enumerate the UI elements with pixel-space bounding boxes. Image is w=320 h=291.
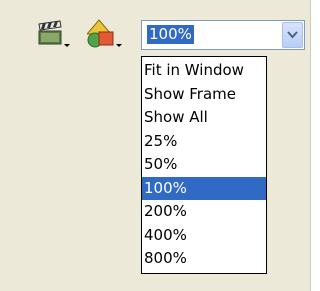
zoom-dropdown-list: Fit in Window Show Frame Show All 25% 50…	[141, 56, 267, 274]
clapperboard-icon	[38, 20, 70, 47]
zoom-option[interactable]: Show Frame	[142, 83, 266, 107]
edit-symbols-button[interactable]	[87, 18, 127, 52]
zoom-dropdown-button[interactable]	[282, 22, 303, 48]
zoom-combobox[interactable]: 100%	[141, 20, 305, 50]
zoom-option[interactable]: 800%	[142, 247, 266, 271]
zoom-option[interactable]: 400%	[142, 224, 266, 248]
zoom-option[interactable]: 50%	[142, 153, 266, 177]
zoom-value[interactable]: 100%	[147, 25, 194, 44]
shapes-icon	[87, 19, 122, 48]
chevron-down-icon	[287, 31, 298, 39]
zoom-option[interactable]: Fit in Window	[142, 59, 266, 83]
zoom-option[interactable]: 200%	[142, 200, 266, 224]
zoom-option-selected[interactable]: 100%	[142, 176, 266, 200]
edit-scene-button[interactable]	[36, 18, 76, 52]
zoom-option[interactable]: Show All	[142, 106, 266, 130]
zoom-option[interactable]: 25%	[142, 130, 266, 154]
